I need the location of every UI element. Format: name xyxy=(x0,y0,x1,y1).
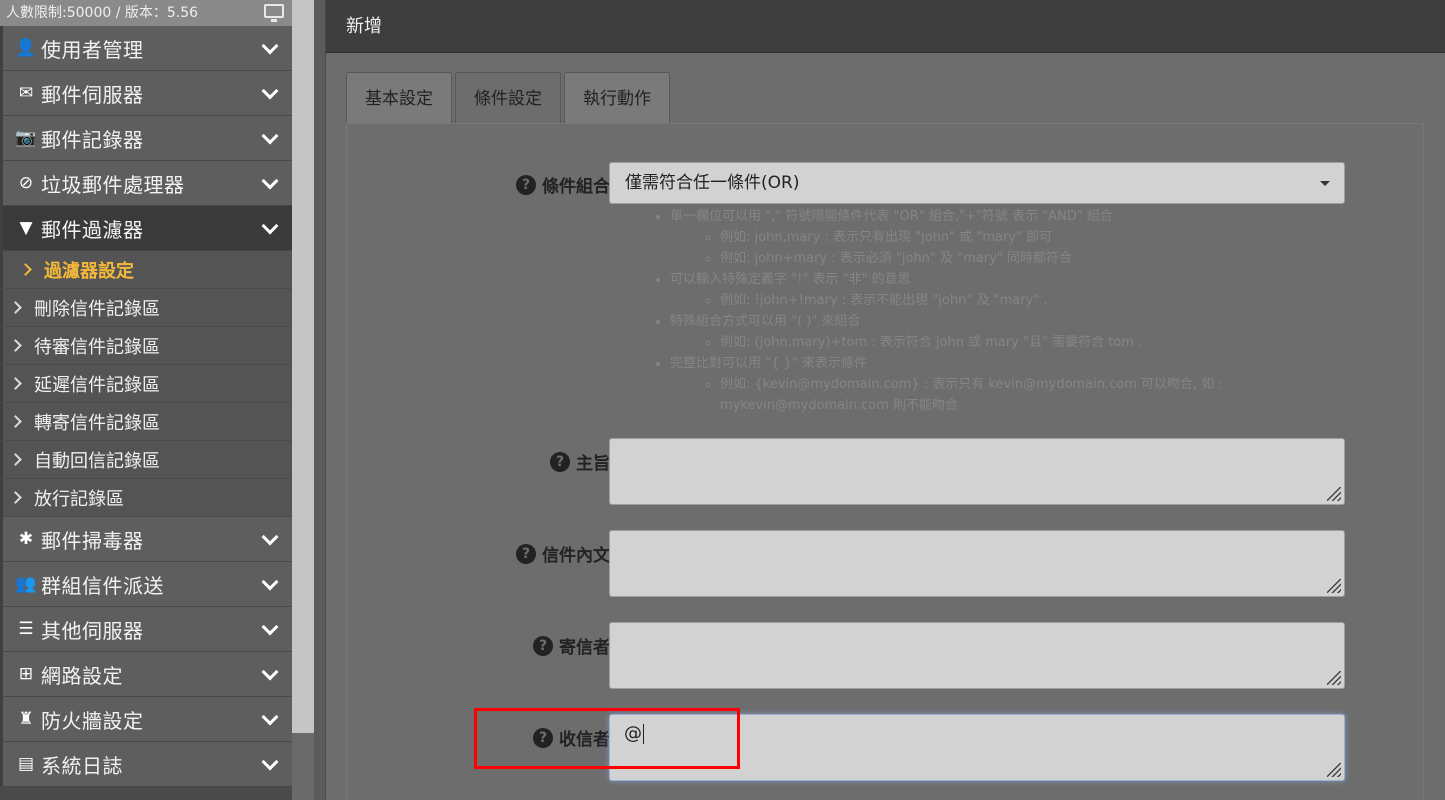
sidebar-item-label: 網路設定 xyxy=(41,663,123,688)
question-icon[interactable]: ? xyxy=(516,174,536,195)
sidebar-item-envelope[interactable]: ✉ 郵件伺服器 xyxy=(0,71,292,116)
sidebar-item-castle[interactable]: ♜ 防火牆設定 xyxy=(0,697,292,742)
chevron-right-icon xyxy=(9,491,22,504)
sidebar-item-bug[interactable]: ✱ 郵件掃毒器 xyxy=(0,517,292,562)
submenu-item[interactable]: 延遲信件記錄區 xyxy=(0,365,292,403)
submenu-item[interactable]: 自動回信記錄區 xyxy=(0,441,292,479)
chevron-down-icon xyxy=(261,708,279,726)
resize-grip-icon[interactable] xyxy=(1327,487,1341,501)
sidebar-item-server[interactable]: ☰ 其他伺服器 xyxy=(0,607,292,652)
ban-icon: ⊘ xyxy=(18,173,34,193)
sidebar: 人數限制:50000 / 版本：5.56 👤 使用者管理 ✉ 郵件伺服器 📷 郵件記錄器 ⊘… xyxy=(0,0,292,800)
sidebar-item-label: 其他伺服器 xyxy=(41,618,144,643)
question-icon[interactable]: ? xyxy=(516,543,536,564)
sidebar-item-user[interactable]: 👤 使用者管理 xyxy=(0,26,292,71)
chevron-down-icon xyxy=(261,217,279,235)
chevron-down-icon xyxy=(261,663,279,681)
chevron-down-icon xyxy=(261,618,279,636)
film-icon: ▤ xyxy=(17,754,35,774)
server-icon: ☰ xyxy=(18,619,34,639)
chevron-down-icon xyxy=(261,172,279,190)
submenu-item[interactable]: 放行記錄區 xyxy=(0,479,292,517)
sidebar-scrollbar-thumb[interactable] xyxy=(292,0,314,733)
subject-label: ? 主旨 xyxy=(550,449,610,474)
sidebar-item-label: 使用者管理 xyxy=(41,37,144,62)
highlight-box xyxy=(474,708,740,769)
submenu-item[interactable]: 過濾器設定 xyxy=(0,251,292,289)
submenu-item[interactable]: 轉寄信件記錄區 xyxy=(0,403,292,441)
help-text: 單一欄位可以用 "," 符號隔開條件代表 "OR" 組合,"+"符號 表示 "A… xyxy=(656,206,1256,416)
castle-icon: ♜ xyxy=(18,709,34,729)
chevron-right-icon xyxy=(9,453,22,466)
chevron-right-icon xyxy=(9,301,22,314)
condition-combo-select[interactable]: 僅需符合任一條件(OR) xyxy=(609,162,1345,204)
user-icon: 👤 xyxy=(15,38,37,58)
chevron-down-icon xyxy=(261,573,279,591)
sidebar-item-label: 郵件過濾器 xyxy=(41,217,144,242)
chevron-down-icon xyxy=(261,753,279,771)
combo-label: ? 條件組合 xyxy=(516,172,610,197)
users-icon: 👥 xyxy=(15,574,37,594)
help-item: 單一欄位可以用 "," 符號隔開條件代表 "OR" 組合,"+"符號 表示 "A… xyxy=(670,206,1256,269)
sidebar-item-users[interactable]: 👥 群組信件派送 xyxy=(0,562,292,607)
chevron-right-icon xyxy=(19,263,32,276)
panel-title: 新增 xyxy=(326,0,1445,53)
resize-grip-icon[interactable] xyxy=(1327,763,1341,777)
tab-bar: 基本設定 條件設定 執行動作 xyxy=(346,72,673,124)
filter-icon: ▼ xyxy=(19,218,33,238)
tab-condition-settings[interactable]: 條件設定 xyxy=(455,72,561,124)
camera-icon: 📷 xyxy=(15,128,37,148)
sidebar-item-label: 系統日誌 xyxy=(41,753,123,778)
help-item: 特殊組合方式可以用 "( )" 來組合例如: (john,mary)+tom :… xyxy=(670,311,1256,353)
question-icon[interactable]: ? xyxy=(550,451,570,472)
sidebar-item-ban[interactable]: ⊘ 垃圾郵件處理器 xyxy=(0,161,292,206)
sidebar-item-camera[interactable]: 📷 郵件記錄器 xyxy=(0,116,292,161)
caret-down-icon xyxy=(1320,181,1330,186)
sidebar-item-label: 群組信件派送 xyxy=(41,573,164,598)
sidebar-item-label: 郵件伺服器 xyxy=(41,82,144,107)
help-example: 例如: (john,mary)+tom : 表示符合 john 或 mary "… xyxy=(720,332,1256,353)
help-example: 例如: !john+!mary : 表示不能出現 "john" 及 "mary"… xyxy=(720,290,1256,311)
sidebar-item-label: 垃圾郵件處理器 xyxy=(41,172,185,197)
question-icon[interactable]: ? xyxy=(533,635,553,656)
monitor-icon[interactable] xyxy=(264,4,284,22)
tab-basic-settings[interactable]: 基本設定 xyxy=(346,72,452,124)
license-text: 人數限制:50000 / 版本：5.56 xyxy=(6,5,199,21)
help-example: 例如: john,mary : 表示只有出現 "john" 或 "mary" 即… xyxy=(720,227,1256,248)
help-example: 例如: john+mary : 表示必須 "john" 及 "mary" 同時都… xyxy=(720,248,1256,269)
chevron-down-icon xyxy=(261,127,279,145)
sitemap-icon: ⊞ xyxy=(18,664,34,684)
sender-label: ? 寄信者 xyxy=(533,633,610,658)
sidebar-item-label: 防火牆設定 xyxy=(41,708,144,733)
help-item: 可以輸入特殊定義字 "!" 表示 "非" 的意思例如: !john+!mary … xyxy=(670,269,1256,311)
submenu-item[interactable]: 刪除信件記錄區 xyxy=(0,289,292,327)
sidebar-item-label: 郵件記錄器 xyxy=(41,127,144,152)
body-label: ? 信件內文 xyxy=(516,541,610,566)
main-panel: 新增 基本設定 條件設定 執行動作 ? 條件組合 僅需符合任一條件(OR) 單一… xyxy=(325,0,1445,800)
chevron-down-icon xyxy=(261,82,279,100)
chevron-right-icon xyxy=(9,339,22,352)
sender-textarea[interactable] xyxy=(609,622,1345,689)
help-example: 例如: {kevin@mydomain.com} : 表示只有 kevin@my… xyxy=(720,374,1256,416)
sidebar-item-filter[interactable]: ▼ 郵件過濾器 xyxy=(0,206,292,251)
resize-grip-icon[interactable] xyxy=(1327,671,1341,685)
resize-grip-icon[interactable] xyxy=(1327,579,1341,593)
chevron-down-icon xyxy=(261,528,279,546)
tab-actions[interactable]: 執行動作 xyxy=(564,72,670,124)
chevron-right-icon xyxy=(9,377,22,390)
envelope-icon: ✉ xyxy=(18,83,34,103)
sidebar-item-label: 郵件掃毒器 xyxy=(41,528,144,553)
body-textarea[interactable] xyxy=(609,530,1345,597)
sidebar-item-film[interactable]: ▤ 系統日誌 xyxy=(0,742,292,787)
chevron-right-icon xyxy=(9,415,22,428)
bug-icon: ✱ xyxy=(18,529,34,549)
sidebar-item-sitemap[interactable]: ⊞ 網路設定 xyxy=(0,652,292,697)
help-item: 完整比對可以用 "{ }" 來表示條件例如: {kevin@mydomain.c… xyxy=(670,353,1256,416)
submenu-item[interactable]: 待審信件記錄區 xyxy=(0,327,292,365)
chevron-down-icon xyxy=(261,37,279,55)
license-info: 人數限制:50000 / 版本：5.56 xyxy=(0,0,292,26)
subject-textarea[interactable] xyxy=(609,438,1345,505)
